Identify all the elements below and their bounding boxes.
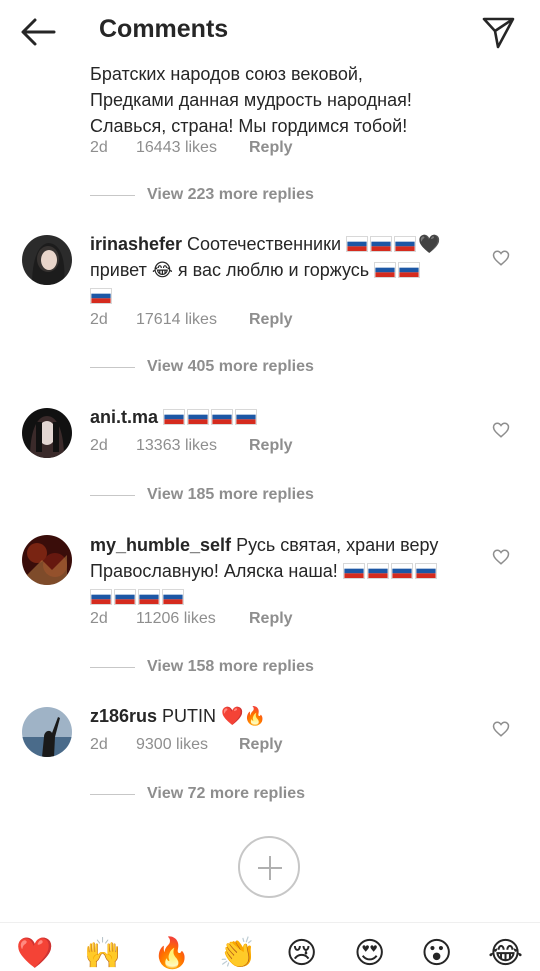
comment-likes[interactable]: 11206 likes — [136, 608, 216, 630]
view-replies-button[interactable]: View 223 more replies — [90, 184, 390, 206]
russia-flag-icon — [394, 236, 416, 252]
russia-flag-icon — [414, 563, 437, 579]
back-button[interactable] — [18, 14, 58, 50]
view-replies-label: View 223 more replies — [147, 186, 314, 203]
comment-text: ani.t.ma — [90, 404, 475, 430]
black-heart-emoji: 🖤 — [418, 234, 441, 254]
view-replies-button[interactable]: View 72 more replies — [90, 783, 390, 805]
fire-emoji: 🔥 — [243, 706, 266, 726]
comments-list: Братских народов союз вековой, Предками … — [0, 0, 540, 960]
header: Comments — [0, 0, 540, 64]
like-heart-icon[interactable] — [492, 720, 510, 738]
divider-line — [90, 794, 135, 795]
like-heart-icon[interactable] — [492, 548, 510, 566]
russia-flag-icon — [235, 409, 258, 425]
comment-body: привет — [90, 260, 152, 280]
heart-eyes-emoji-button[interactable]: 😍 — [354, 937, 385, 971]
comment-likes[interactable]: 16443 likes — [136, 137, 217, 159]
raised-hands-emoji-button[interactable]: 🙌 — [84, 937, 121, 971]
russia-flag-icon — [211, 409, 234, 425]
view-replies-label: View 72 more replies — [147, 785, 306, 802]
comment-time: 2d — [90, 139, 108, 156]
comment-likes[interactable]: 17614 likes — [136, 309, 217, 331]
comment-body: PUTIN — [157, 706, 222, 726]
comment-likes[interactable]: 9300 likes — [136, 734, 208, 756]
view-replies-label: View 405 more replies — [147, 358, 314, 375]
comment-username[interactable]: irinashefer — [90, 234, 182, 254]
russia-flag-icon — [187, 409, 210, 425]
view-replies-button[interactable]: View 158 more replies — [90, 656, 390, 678]
comment-time: 2d — [90, 610, 108, 627]
reply-button[interactable]: Reply — [249, 137, 293, 159]
comment-time: 2d — [90, 437, 108, 454]
comment-time: 2d — [90, 736, 108, 753]
red-heart-emoji: ❤️ — [221, 706, 244, 726]
like-heart-icon[interactable] — [492, 421, 510, 439]
paper-plane-icon — [482, 17, 515, 49]
reply-button[interactable]: Reply — [249, 435, 293, 457]
russia-flag-icon — [398, 262, 421, 278]
russia-flag-icon — [366, 563, 389, 579]
arrow-left-icon — [21, 18, 56, 46]
russia-flag-icon — [390, 563, 413, 579]
comment-body: Соотечественники — [182, 234, 346, 254]
clapping-emoji-button[interactable]: 👏 — [219, 937, 256, 971]
comment-text: z186rus PUTIN ❤️🔥 — [90, 703, 475, 729]
reply-button[interactable]: Reply — [249, 608, 293, 630]
russia-flag-icon — [114, 589, 136, 605]
page-title: Comments — [99, 15, 229, 43]
russia-flag-icon — [138, 589, 160, 605]
russia-flag-icon — [346, 236, 368, 252]
view-replies-label: View 185 more replies — [147, 486, 314, 503]
laughing-emoji-button[interactable]: 😂 — [488, 937, 523, 971]
russia-flag-icon — [374, 262, 397, 278]
russia-flag-icon — [162, 589, 184, 605]
reply-button[interactable]: Reply — [239, 734, 283, 756]
comment-username[interactable]: ani.t.ma — [90, 407, 158, 427]
laughing-emoji: 😂 — [151, 260, 173, 280]
russia-flag-icon — [370, 236, 392, 252]
avatar[interactable] — [22, 535, 72, 585]
red-heart-emoji-button[interactable]: ❤️ — [16, 937, 53, 971]
russia-flag-icon — [90, 288, 112, 304]
russia-flag-icon — [90, 589, 112, 605]
crying-emoji-button[interactable]: 😢 — [286, 937, 317, 971]
add-button[interactable] — [238, 836, 300, 898]
divider-line — [90, 495, 135, 496]
comment-username[interactable]: my_humble_self — [90, 535, 231, 555]
view-replies-label: View 158 more replies — [147, 658, 314, 675]
fire-emoji-button[interactable]: 🔥 — [153, 937, 190, 971]
view-replies-button[interactable]: View 185 more replies — [90, 484, 390, 506]
comment-text: Братских народов союз вековой, Предками … — [90, 64, 412, 136]
like-heart-icon[interactable] — [492, 249, 510, 267]
comment-body: я вас люблю и горжусь — [172, 260, 375, 280]
divider-line — [90, 195, 135, 196]
comment-time: 2d — [90, 311, 108, 328]
comment-username[interactable]: z186rus — [90, 706, 157, 726]
comment-likes[interactable]: 13363 likes — [136, 435, 217, 457]
avatar[interactable] — [22, 235, 72, 285]
emoji-reaction-bar: ❤️ 🙌 🔥 👏 😢 😍 😮 😂 — [0, 922, 540, 970]
surprised-emoji-button[interactable]: 😮 — [421, 937, 452, 971]
reply-button[interactable]: Reply — [249, 309, 293, 331]
divider-line — [90, 367, 135, 368]
divider-line — [90, 667, 135, 668]
russia-flag-icon — [342, 563, 365, 579]
avatar[interactable] — [22, 408, 72, 458]
share-button[interactable] — [480, 14, 516, 50]
comment-text: irinashefer Соотечественники 🖤 привет 😂 я… — [90, 231, 475, 309]
comment-text: my_humble_self Русь святая, храни веру П… — [90, 532, 475, 610]
russia-flag-icon — [163, 409, 186, 425]
view-replies-button[interactable]: View 405 more replies — [90, 356, 390, 378]
avatar[interactable] — [22, 707, 72, 757]
